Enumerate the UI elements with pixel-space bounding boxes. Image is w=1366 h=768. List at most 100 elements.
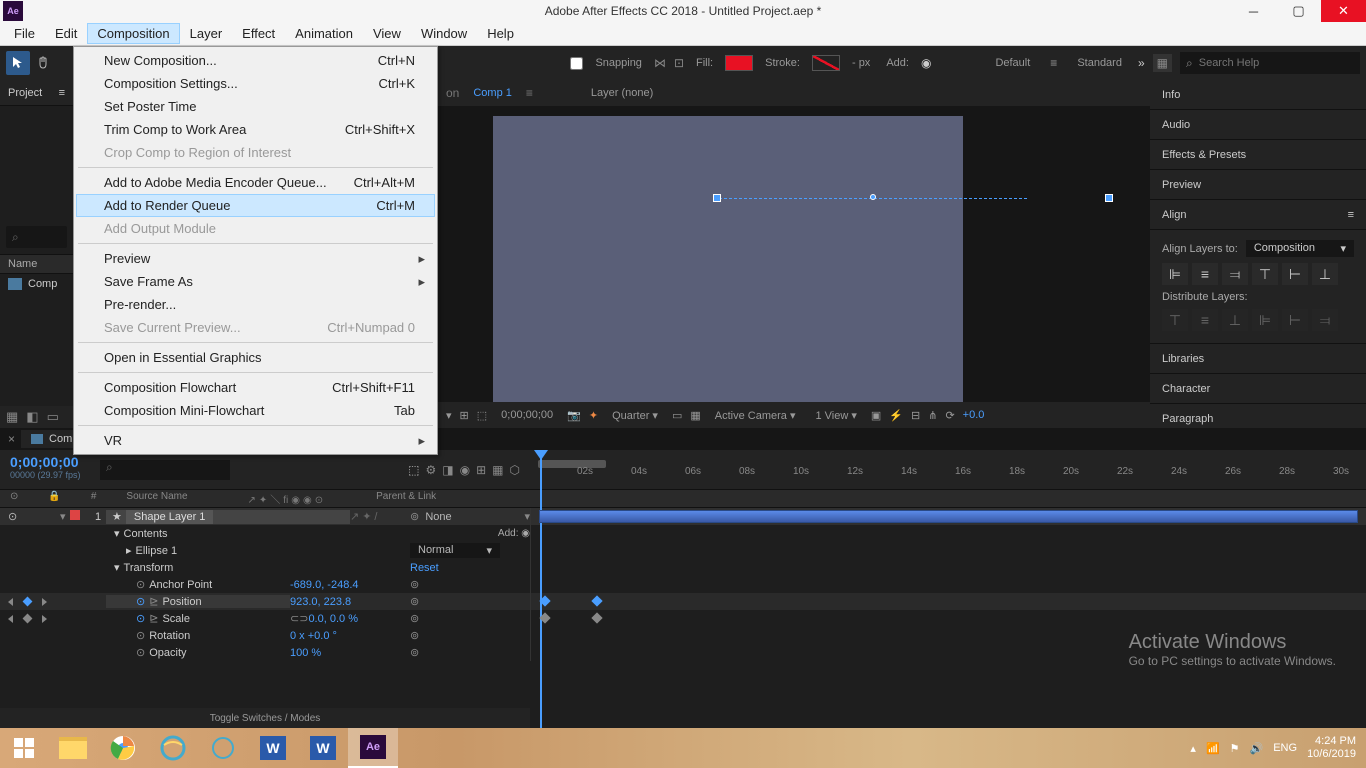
menu-composition[interactable]: Composition [87,23,179,44]
timeline-search[interactable]: ⌕ [100,460,230,480]
panel-toggle-icon[interactable]: ▦ [1153,54,1172,72]
dd-mini-flowchart[interactable]: Composition Mini-FlowchartTab [76,399,435,422]
close-tab-icon[interactable]: × [8,432,15,446]
keyframe-2[interactable] [591,595,602,606]
shape-bounding-box[interactable] [713,194,1033,204]
stopwatch-icon[interactable]: ⊙ [136,629,145,642]
transparency-icon[interactable]: ▦ [690,409,700,422]
viewer-tab-layer[interactable]: Layer (none) [591,87,653,99]
bpc-icon[interactable]: ◧ [26,409,38,425]
camera-dd[interactable]: Active Camera ▾ [709,407,802,424]
dist-hcenter-icon[interactable]: ⊢ [1282,309,1308,331]
eye-column-icon[interactable]: ⊙ [10,491,18,506]
view-dd[interactable]: 1 View ▾ [809,407,862,424]
menu-layer[interactable]: Layer [180,23,233,44]
dist-right-icon[interactable]: ⫤ [1312,309,1338,331]
parent-pickwhip-icon[interactable]: ⊚ [410,510,419,523]
motion-blur-icon[interactable]: ◉ [460,463,470,477]
align-left-icon[interactable]: ⊫ [1162,263,1188,285]
folder-icon[interactable]: ▭ [47,409,59,425]
dd-preview[interactable]: Preview [76,247,435,270]
graph-icon[interactable]: ⊵ [149,595,158,608]
panel-info[interactable]: Info [1150,80,1366,110]
expression-pickwhip-icon[interactable]: ⊚ [410,629,419,642]
selection-tool[interactable] [6,51,30,75]
work-area-bar[interactable] [538,460,606,468]
snapping-checkbox[interactable] [570,57,583,70]
pixel-aspect-icon[interactable]: ▣ [871,409,881,422]
align-vcenter-icon[interactable]: ⊢ [1282,263,1308,285]
stopwatch-icon[interactable]: ⊙ [136,578,145,591]
volume-icon[interactable]: 🔊 [1250,742,1264,755]
panel-audio[interactable]: Audio [1150,110,1366,140]
rotation-value[interactable]: 0 x +0.0 ° [290,630,337,642]
dist-bottom-icon[interactable]: ⊥ [1222,309,1248,331]
add-keyframe-icon[interactable] [23,597,33,607]
viewer-timecode[interactable]: 0;00;00;00 [495,407,559,423]
close-button[interactable]: ✕ [1321,0,1366,22]
menu-effect[interactable]: Effect [232,23,285,44]
after-effects-taskbar-icon[interactable]: Ae [348,728,398,768]
layer-switches[interactable]: ↗✦/ [350,510,410,523]
search-help-input[interactable] [1199,57,1339,69]
exposure-value[interactable]: +0.0 [963,409,985,421]
visibility-icon[interactable]: ⊙ [8,510,17,523]
keyframe-2[interactable] [591,612,602,623]
toggle-switches-button[interactable]: Toggle Switches / Modes [210,713,321,724]
dist-vcenter-icon[interactable]: ≡ [1192,309,1218,331]
timeline-icon[interactable]: ⊟ [911,409,920,422]
network-icon[interactable]: 📶 [1206,742,1220,755]
dd-trim-comp[interactable]: Trim Comp to Work AreaCtrl+Shift+X [76,118,435,141]
expression-pickwhip-icon[interactable]: ⊚ [410,646,419,659]
dd-vr[interactable]: VR [76,429,435,452]
overflow-icon[interactable]: » [1138,56,1145,70]
snap-magnify-icon[interactable]: ⊡ [674,56,684,70]
layer-row-1[interactable]: ⊙ ▾ 1 ★Shape Layer 1 ↗✦/ ⊚ None▾ [0,508,1366,525]
bin-icon[interactable]: ▦ [6,409,18,425]
panel-preview[interactable]: Preview [1150,170,1366,200]
handle-right[interactable] [1105,194,1113,202]
ellipse-mode-dd[interactable]: Normal▾ [410,543,500,558]
align-top-icon[interactable]: ⊤ [1252,263,1278,285]
menu-view[interactable]: View [363,23,411,44]
project-name-column[interactable]: Name [0,254,73,274]
add-keyframe-icon[interactable] [23,614,33,624]
fill-swatch[interactable] [725,55,753,71]
lock-column-icon[interactable]: 🔒 [48,491,60,506]
dd-new-composition[interactable]: New Composition...Ctrl+N [76,49,435,72]
project-tab[interactable]: Project≡ [0,80,73,106]
word-icon[interactable]: W [248,728,298,768]
layer-duration-bar[interactable] [539,510,1358,523]
workspace-standard[interactable]: Standard [1069,54,1130,72]
stroke-width[interactable]: - px [852,57,870,69]
dist-top-icon[interactable]: ⊤ [1162,309,1188,331]
graph-icon[interactable]: ⊵ [149,612,158,625]
constrain-icon[interactable]: ⊂⊃ [290,612,308,625]
mask-icon[interactable]: ⬚ [477,409,487,422]
workspace-menu-icon[interactable]: ≡ [1046,56,1061,70]
stopwatch-icon[interactable]: ⊙ [136,646,145,659]
region-icon[interactable]: ▭ [672,409,682,422]
shy-icon[interactable]: ⚙ [426,463,437,477]
parent-dropdown[interactable]: None [425,511,451,523]
transform-row[interactable]: ▾ Transform Reset [0,559,1366,576]
menu-animation[interactable]: Animation [285,23,363,44]
anchor-point-row[interactable]: ⊙ Anchor Point -689.0, -248.4 ⊚ [0,576,1366,593]
fast-preview-icon[interactable]: ⚡ [889,409,903,422]
dd-composition-settings[interactable]: Composition Settings...Ctrl+K [76,72,435,95]
transform-reset[interactable]: Reset [410,562,439,574]
clock[interactable]: 4:24 PM 10/6/2019 [1307,735,1356,761]
align-hcenter-icon[interactable]: ≡ [1192,263,1218,285]
viewer-tab-menu-icon[interactable]: ≡ [526,86,533,100]
anchor-value[interactable]: -689.0, -248.4 [290,579,359,591]
grid-icon[interactable]: ⊞ [460,409,469,422]
menu-help[interactable]: Help [477,23,524,44]
dd-set-poster-time[interactable]: Set Poster Time [76,95,435,118]
composition-canvas[interactable] [493,116,963,421]
scale-row[interactable]: ⊙ ⊵ Scale ⊂⊃ 0.0, 0.0 % ⊚ [0,610,1366,627]
contents-row[interactable]: ▾ Contents Add: ◉ [0,525,1366,542]
tray-up-icon[interactable]: ▴ [1190,742,1196,755]
brainstorm-icon[interactable]: ⬡ [510,463,520,477]
panel-libraries[interactable]: Libraries [1150,344,1366,374]
dd-flowchart[interactable]: Composition FlowchartCtrl+Shift+F11 [76,376,435,399]
